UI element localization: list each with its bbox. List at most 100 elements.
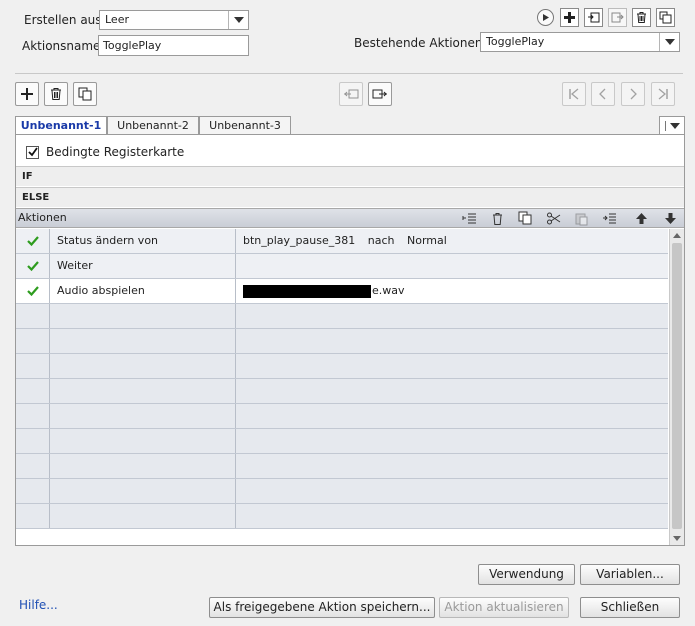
redacted-block <box>243 284 371 298</box>
existing-actions-select[interactable]: TogglePlay <box>480 32 680 52</box>
chevron-down-icon <box>228 11 248 29</box>
checkmark-icon <box>26 236 39 247</box>
empty-cell <box>16 304 50 328</box>
row-checkbox[interactable] <box>16 254 50 278</box>
empty-cell <box>50 304 236 328</box>
action-name: Weiter <box>50 254 236 278</box>
row-checkbox[interactable] <box>16 229 50 253</box>
actions-header: Aktionen <box>16 208 684 228</box>
empty-cell <box>16 429 50 453</box>
empty-row[interactable] <box>16 429 668 454</box>
empty-cell <box>236 454 668 478</box>
duplicate-icon <box>659 11 672 24</box>
empty-cell <box>16 454 50 478</box>
empty-row[interactable] <box>16 354 668 379</box>
empty-cell <box>236 379 668 403</box>
existing-actions-value: TogglePlay <box>486 35 545 48</box>
export-button[interactable] <box>608 8 627 27</box>
action-name: Status ändern von <box>50 229 236 253</box>
next-decision-button[interactable] <box>621 82 645 106</box>
tab-unbenannt-3[interactable]: Unbenannt-3 <box>199 116 291 135</box>
insert-after-icon[interactable] <box>602 211 617 226</box>
move-decision-right-button[interactable] <box>368 82 392 106</box>
trash-icon[interactable] <box>490 211 505 226</box>
scroll-down-icon[interactable] <box>673 536 681 541</box>
action-row[interactable]: Weiter <box>16 254 668 279</box>
empty-cell <box>236 429 668 453</box>
param-to: nach <box>367 234 395 247</box>
delete-decision-button[interactable] <box>44 82 68 106</box>
param-file: e.wav <box>372 284 405 297</box>
previous-decision-button[interactable] <box>591 82 615 106</box>
empty-row[interactable] <box>16 379 668 404</box>
empty-cell <box>50 454 236 478</box>
param-state: Normal <box>406 234 447 247</box>
variables-button[interactable]: Variablen... <box>580 564 680 585</box>
arrow-up-icon[interactable] <box>634 211 649 226</box>
help-link[interactable]: Hilfe... <box>19 598 58 612</box>
paste-icon[interactable] <box>574 211 589 226</box>
conditional-checkbox[interactable] <box>26 145 39 159</box>
add-action-button[interactable] <box>560 8 579 27</box>
tabs-menu-button[interactable] <box>659 116 685 135</box>
tab-unbenannt-2[interactable]: Unbenannt-2 <box>107 116 199 135</box>
empty-cell <box>236 304 668 328</box>
if-section[interactable]: IF <box>16 166 684 186</box>
empty-cell <box>16 404 50 428</box>
empty-cell <box>236 504 668 528</box>
duplicate-action-button[interactable] <box>656 8 675 27</box>
else-section[interactable]: ELSE <box>16 187 684 207</box>
scrollbar-thumb[interactable] <box>672 243 682 529</box>
empty-row[interactable] <box>16 504 668 529</box>
copy-icon[interactable] <box>518 211 533 226</box>
action-name-label: Aktionsname: <box>22 39 105 53</box>
action-row-selected[interactable]: Audio abspielen e.wav <box>16 279 668 304</box>
empty-cell <box>16 504 50 528</box>
add-decision-button[interactable] <box>15 82 39 106</box>
empty-cell <box>50 504 236 528</box>
action-name-field[interactable]: TogglePlay <box>98 35 249 56</box>
create-from-select[interactable]: Leer <box>99 10 249 30</box>
actions-label: Aktionen <box>18 211 67 224</box>
play-icon[interactable] <box>537 9 554 26</box>
action-name: Audio abspielen <box>50 279 236 303</box>
action-row[interactable]: Status ändern von btn_play_pause_381 nac… <box>16 229 668 254</box>
update-action-button[interactable]: Aktion aktualisieren <box>439 597 569 618</box>
empty-cell <box>16 379 50 403</box>
first-decision-button[interactable] <box>562 82 586 106</box>
scissors-icon[interactable] <box>546 211 561 226</box>
move-left-icon <box>344 89 359 99</box>
empty-row[interactable] <box>16 329 668 354</box>
next-icon <box>630 88 637 100</box>
trash-icon <box>51 88 61 100</box>
usage-button[interactable]: Verwendung <box>478 564 575 585</box>
conditional-checkbox-row[interactable]: Bedingte Registerkarte <box>26 145 184 159</box>
empty-row[interactable] <box>16 304 668 329</box>
empty-row[interactable] <box>16 404 668 429</box>
insert-icon[interactable] <box>462 211 477 226</box>
save-shared-action-button[interactable]: Als freigegebene Aktion speichern... <box>209 597 435 618</box>
checkmark-icon <box>26 261 39 272</box>
import-button[interactable] <box>584 8 603 27</box>
tab-unbenannt-1[interactable]: Unbenannt-1 <box>15 116 107 135</box>
copy-decision-button[interactable] <box>73 82 97 106</box>
chevron-down-icon <box>659 33 679 51</box>
empty-row[interactable] <box>16 454 668 479</box>
action-params[interactable]: e.wav <box>236 279 668 303</box>
arrow-down-icon[interactable] <box>663 211 678 226</box>
vertical-scrollbar[interactable] <box>669 229 684 545</box>
empty-cell <box>50 354 236 378</box>
copy-icon <box>78 87 92 101</box>
action-params[interactable]: btn_play_pause_381 nach Normal <box>236 229 668 253</box>
last-decision-button[interactable] <box>651 82 675 106</box>
row-checkbox[interactable] <box>16 279 50 303</box>
empty-row[interactable] <box>16 479 668 504</box>
empty-cell <box>16 354 50 378</box>
scroll-up-icon[interactable] <box>673 233 681 238</box>
empty-cell <box>16 479 50 503</box>
close-button[interactable]: Schließen <box>580 597 680 618</box>
delete-action-button[interactable] <box>632 8 651 27</box>
action-params[interactable] <box>236 254 668 278</box>
checkmark-icon <box>28 146 38 156</box>
move-decision-left-button[interactable] <box>339 82 363 106</box>
